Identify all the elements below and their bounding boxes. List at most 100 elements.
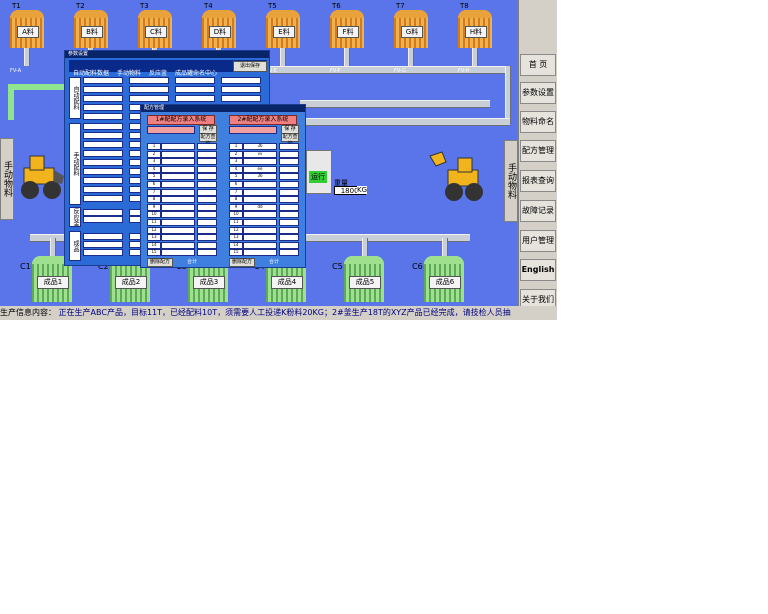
manual-material-field[interactable]	[83, 168, 123, 175]
recipe-material-select[interactable]	[161, 211, 195, 219]
raw-material-tank[interactable]: B料	[74, 10, 108, 48]
recipe-material-select[interactable]	[161, 181, 195, 188]
recipe-amount-field[interactable]	[279, 143, 299, 150]
recipe-material-select[interactable]: dd	[243, 203, 277, 211]
recipe-amount-field[interactable]	[279, 203, 299, 211]
recipe-amount-field[interactable]	[197, 173, 217, 181]
raw-material-tank[interactable]: C料	[138, 10, 172, 48]
recipe-material-select[interactable]	[243, 158, 277, 166]
recipe-right-query-button[interactable]: 配方查询	[281, 133, 299, 147]
material-name-field[interactable]	[83, 104, 123, 111]
manual-material-field[interactable]	[83, 123, 123, 130]
recipe-material-select[interactable]	[161, 249, 195, 257]
recipe-material-select[interactable]	[243, 196, 277, 204]
recipe-amount-field[interactable]	[197, 181, 217, 188]
raw-material-tank[interactable]: F料	[330, 10, 364, 48]
recipe-amount-field[interactable]	[279, 173, 299, 181]
recipe-amount-field[interactable]	[197, 196, 217, 204]
recipe-material-select[interactable]	[161, 188, 195, 196]
recipe-amount-field[interactable]	[197, 165, 217, 173]
recipe-amount-field[interactable]	[197, 234, 217, 242]
recipe-material-select[interactable]	[161, 158, 195, 166]
recipe-amount-field[interactable]	[279, 150, 299, 158]
nav-button[interactable]: 首 页	[520, 54, 556, 76]
exit-save-button[interactable]: 退出保存	[233, 61, 267, 72]
manual-material-field[interactable]	[83, 186, 123, 193]
material-name-field[interactable]	[83, 77, 123, 84]
product-silo[interactable]: 成品5	[344, 256, 384, 302]
recipe-amount-field[interactable]	[197, 203, 217, 211]
recipe-amount-field[interactable]	[279, 241, 299, 249]
recipe-left-select[interactable]	[147, 126, 195, 134]
manual-material-field[interactable]	[83, 159, 123, 166]
manual-material-field[interactable]	[83, 141, 123, 148]
recipe-amount-field[interactable]	[197, 158, 217, 166]
nav-button[interactable]: 参数设置	[520, 82, 556, 104]
reactor-field[interactable]	[83, 209, 123, 216]
nav-button[interactable]: 用户管理	[520, 230, 556, 252]
recipe-amount-field[interactable]	[197, 211, 217, 219]
recipe-dialog[interactable]: 配方管理 1#配配方录入系统 2#配配方录入系统 保 存 保 存 配方查询 配方…	[140, 104, 306, 268]
recipe-material-select[interactable]: 36	[243, 173, 277, 181]
recipe-material-select[interactable]	[161, 196, 195, 204]
recipe-amount-field[interactable]	[197, 249, 217, 257]
recipe-material-select[interactable]	[161, 165, 195, 173]
recipe-amount-field[interactable]	[279, 158, 299, 166]
recipe-amount-field[interactable]	[279, 249, 299, 257]
recipe-amount-field[interactable]	[197, 143, 217, 150]
material-name-field[interactable]	[129, 86, 169, 93]
recipe-material-select[interactable]	[161, 234, 195, 242]
nav-button[interactable]: 故障记录	[520, 200, 556, 222]
nav-button[interactable]: English	[520, 259, 556, 281]
material-name-field[interactable]	[83, 113, 123, 120]
recipe-right-select[interactable]	[229, 126, 277, 134]
mixer-vessel[interactable]: 运行	[306, 150, 332, 194]
recipe-amount-field[interactable]	[279, 211, 299, 219]
recipe-material-select[interactable]: vv	[243, 150, 277, 158]
raw-material-tank[interactable]: H料	[458, 10, 492, 48]
manual-material-left-button[interactable]: 手动物料	[0, 138, 14, 220]
recipe-material-select[interactable]: 36	[243, 143, 277, 150]
recipe-left-query-button[interactable]: 配方查询	[199, 133, 217, 147]
recipe-amount-field[interactable]	[197, 188, 217, 196]
recipe-amount-field[interactable]	[279, 226, 299, 234]
recipe-amount-field[interactable]	[197, 219, 217, 226]
material-name-field[interactable]	[221, 86, 261, 93]
material-name-field[interactable]	[83, 95, 123, 102]
recipe-amount-field[interactable]	[279, 188, 299, 196]
manual-material-right-button[interactable]: 手动物料	[504, 140, 518, 222]
recipe-material-select[interactable]	[243, 211, 277, 219]
recipe-material-select[interactable]	[161, 173, 195, 181]
recipe-material-select[interactable]	[243, 249, 277, 257]
recipe-material-select[interactable]	[243, 226, 277, 234]
recipe-amount-field[interactable]	[279, 165, 299, 173]
raw-material-tank[interactable]: G料	[394, 10, 428, 48]
recipe-left-delete-button[interactable]: 删除配方	[147, 258, 173, 267]
recipe-material-select[interactable]	[161, 226, 195, 234]
recipe-material-select[interactable]	[161, 150, 195, 158]
raw-material-tank[interactable]: D料	[202, 10, 236, 48]
recipe-material-select[interactable]	[243, 188, 277, 196]
material-name-field[interactable]	[175, 95, 215, 102]
recipe-material-select[interactable]	[161, 219, 195, 226]
material-name-field[interactable]	[129, 95, 169, 102]
product-name-field[interactable]	[83, 233, 123, 240]
recipe-amount-field[interactable]	[279, 219, 299, 226]
nav-button[interactable]: 物料命名	[520, 111, 556, 133]
raw-material-tank[interactable]: A料	[10, 10, 44, 48]
material-name-field[interactable]	[83, 86, 123, 93]
recipe-amount-field[interactable]	[279, 196, 299, 204]
manual-material-field[interactable]	[83, 132, 123, 139]
recipe-amount-field[interactable]	[197, 226, 217, 234]
recipe-material-select[interactable]	[161, 203, 195, 211]
product-silo[interactable]: 成品6	[424, 256, 464, 302]
product-name-field[interactable]	[83, 249, 123, 256]
recipe-amount-field[interactable]	[279, 234, 299, 242]
recipe-amount-field[interactable]	[197, 241, 217, 249]
material-name-field[interactable]	[175, 77, 215, 84]
manual-material-field[interactable]	[83, 150, 123, 157]
recipe-material-select[interactable]	[243, 181, 277, 188]
material-name-field[interactable]	[221, 77, 261, 84]
recipe-material-select[interactable]	[243, 219, 277, 226]
manual-material-field[interactable]	[83, 177, 123, 184]
